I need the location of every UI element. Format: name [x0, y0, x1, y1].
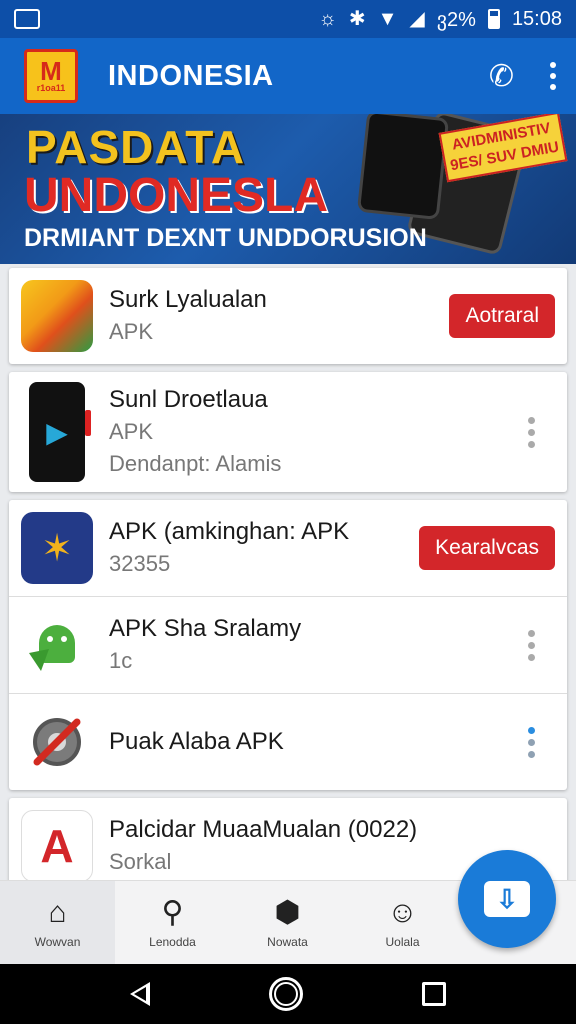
wifi-icon: ▼ [377, 8, 398, 30]
app-type: APK [109, 319, 154, 344]
app-card-group: ✶ APK (amkinghan: APK 32355 Kearalvcas A… [9, 500, 567, 790]
app-bar: M r1oa11 INDONESIA ✆ [0, 38, 576, 114]
nav-home[interactable]: ⌂ Wowvan [0, 881, 115, 964]
home-button-icon[interactable] [268, 977, 303, 1011]
app-list: Surk Lyalualan APK Aotraral ▶ Sunl Droet… [9, 268, 567, 910]
nav-search[interactable]: ⚲ Lenodda [115, 881, 230, 964]
phone-illustration-front [356, 114, 450, 221]
app-name: APK (amkinghan: APK [109, 518, 350, 545]
profile-icon: ☺ [387, 895, 418, 929]
back-icon[interactable] [129, 982, 150, 1006]
signal-icon: ◢ [409, 8, 425, 30]
badge-icon: ⬢ [274, 895, 301, 929]
more-options-icon[interactable] [518, 416, 555, 448]
app-name: Surk Lyalualan [109, 286, 267, 313]
banner-line-1: PASDATA [26, 121, 246, 173]
nav-label: Nowata [267, 934, 308, 949]
gear-blocked-icon [21, 706, 93, 778]
app-name: Palcidar MuaaMualan (0022) [109, 816, 418, 843]
a-app-icon: A [21, 810, 93, 882]
nav-label: Lenodda [149, 934, 196, 949]
screenshot-icon [14, 9, 40, 29]
battery-icon [487, 9, 500, 29]
install-button[interactable]: Kearalvcas [419, 526, 555, 570]
download-icon: ⇩ [484, 881, 530, 917]
nav-profile[interactable]: ☺ Uolala [345, 881, 460, 964]
overflow-menu-icon[interactable] [550, 62, 556, 90]
list-item[interactable]: ▶ Sunl Droetlaua APK Dendanpt: Alamis [9, 372, 567, 492]
app-name: Puak Alaba APK [109, 728, 284, 755]
download-fab[interactable]: ⇩ [458, 850, 556, 948]
phone-app-icon: ▶ [21, 382, 93, 482]
home-icon: ⌂ [48, 895, 67, 929]
sync-icon: ☼ [318, 8, 337, 30]
list-item[interactable]: ✶ APK (amkinghan: APK 32355 Kearalvcas [9, 500, 567, 596]
phone-icon[interactable]: ✆ [489, 59, 514, 94]
app-title: INDONESIA [108, 59, 274, 92]
clock: 15:08 [511, 7, 562, 30]
list-item[interactable]: Puak Alaba APK [9, 693, 567, 790]
android-icon [21, 609, 93, 681]
app-card: Surk Lyalualan APK Aotraral [9, 268, 567, 364]
more-options-icon[interactable] [518, 726, 555, 758]
drive-app-icon [21, 280, 93, 352]
list-item[interactable]: Surk Lyalualan APK Aotraral [9, 268, 567, 364]
banner-line-2: UNDONESLA [24, 169, 329, 222]
app-type: 32355 [109, 551, 171, 576]
banner-line-3: DRMIANT DEXNT UNDDORUSION [24, 224, 427, 252]
logo-text: r1oa11 [36, 83, 66, 93]
app-card: ▶ Sunl Droetlaua APK Dendanpt: Alamis [9, 372, 567, 492]
system-navigation-bar [0, 964, 576, 1024]
more-options-icon[interactable] [518, 629, 555, 661]
app-type: APK [109, 419, 154, 444]
bluetooth-icon: ✱ [348, 8, 366, 30]
nav-label: Uolala [385, 934, 420, 949]
list-item[interactable]: APK Sha Sralamy 1c [9, 596, 567, 693]
star-app-icon: ✶ [21, 512, 93, 584]
app-name: APK Sha Sralamy [109, 615, 302, 642]
app-type: 1c [109, 648, 133, 673]
nav-badge[interactable]: ⬢ Nowata [230, 881, 345, 964]
app-name: Sunl Droetlaua [109, 386, 268, 413]
promo-banner[interactable]: AVIDMINISTIV 9ES/ SUV DMIU PASDATA UNDON… [0, 114, 576, 264]
app-detail: Dendanpt: Alamis [109, 451, 282, 476]
battery-percent: ვ2% [436, 8, 476, 31]
recent-apps-icon[interactable] [422, 982, 447, 1006]
status-bar: ☼ ✱ ▼ ◢ ვ2% 15:08 [0, 0, 576, 38]
nav-label: Wowvan [34, 934, 81, 949]
install-button[interactable]: Aotraral [449, 294, 555, 338]
search-icon: ⚲ [161, 895, 184, 929]
app-logo[interactable]: M r1oa11 [24, 49, 78, 103]
